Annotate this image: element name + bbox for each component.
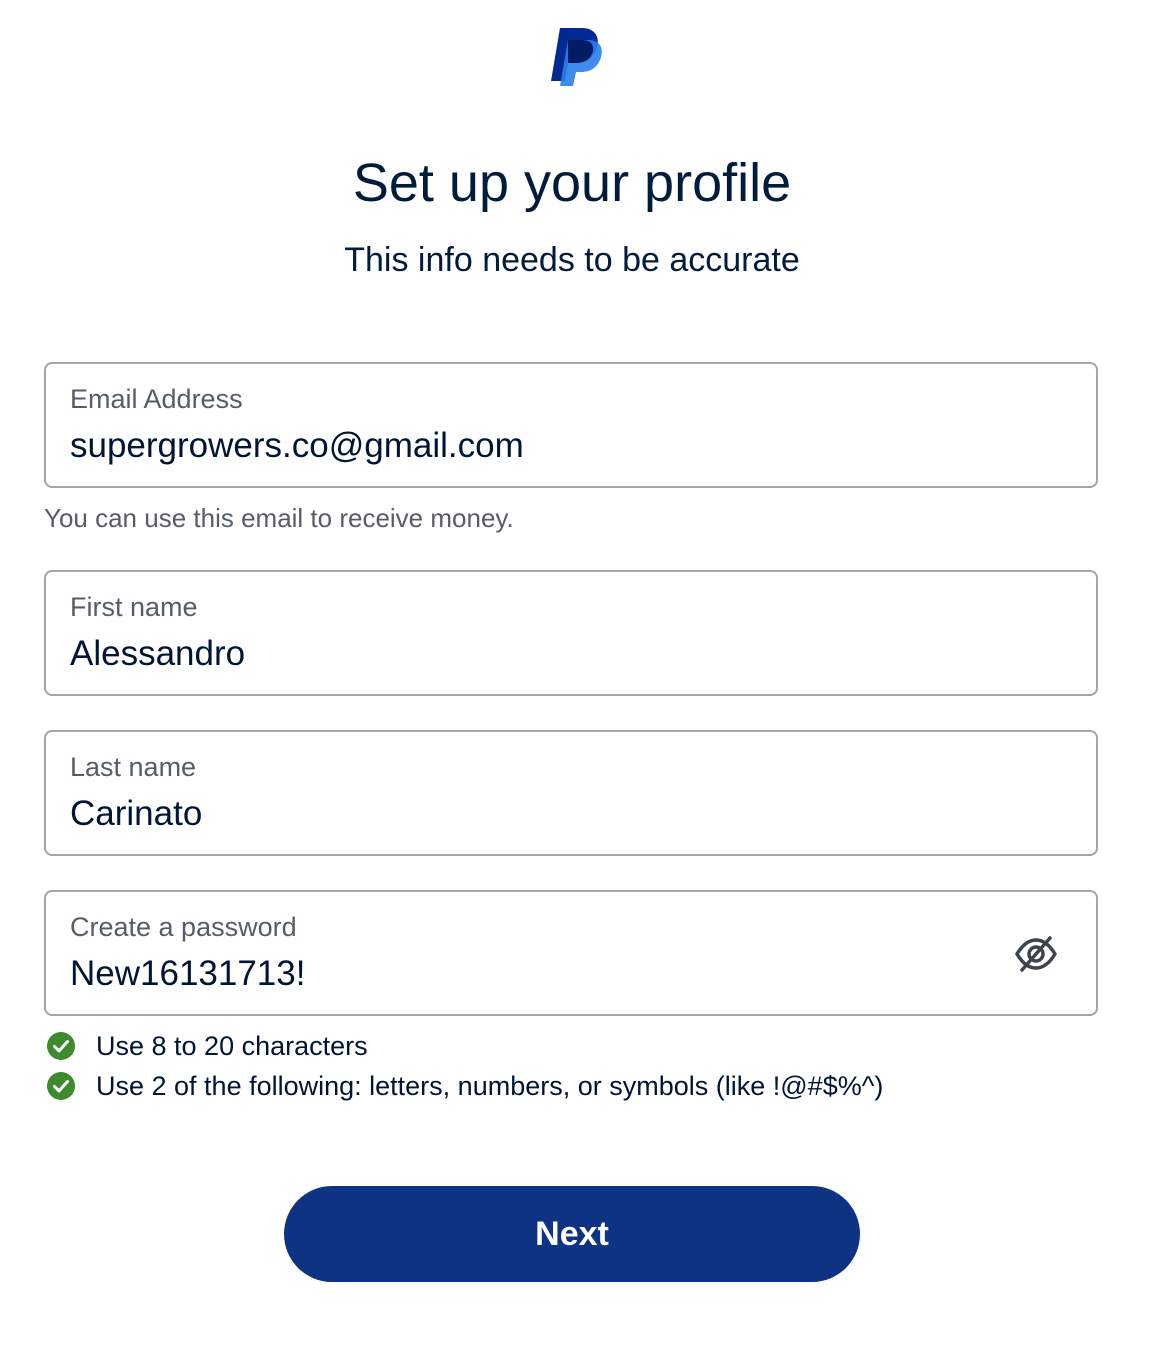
email-field-label: Email Address xyxy=(70,384,243,414)
password-rule-text: Use 8 to 20 characters xyxy=(96,1031,368,1061)
password-rule-composition: Use 2 of the following: letters, numbers… xyxy=(46,1069,883,1103)
password-label: Create a password xyxy=(70,912,297,942)
email-helper-text: You can use this email to receive money. xyxy=(44,503,514,533)
check-circle-icon xyxy=(47,1032,75,1060)
password-rule-text: Use 2 of the following: letters, numbers… xyxy=(96,1071,884,1101)
first-name-field[interactable]: First name xyxy=(44,570,1098,696)
password-field[interactable]: Create a password xyxy=(44,890,1098,1016)
page-subtitle: This info needs to be accurate xyxy=(344,241,800,279)
last-name-input[interactable] xyxy=(70,792,970,836)
first-name-label: First name xyxy=(70,592,198,622)
last-name-field[interactable]: Last name xyxy=(44,730,1098,856)
page-title: Set up your profile xyxy=(352,153,792,213)
next-button[interactable]: Next xyxy=(284,1186,860,1282)
paypal-logo-icon xyxy=(546,26,604,88)
email-field[interactable]: Email Address xyxy=(44,362,1098,488)
email-input[interactable] xyxy=(70,424,970,468)
first-name-input[interactable] xyxy=(70,632,970,676)
last-name-label: Last name xyxy=(70,752,197,782)
eye-slash-icon[interactable] xyxy=(1014,934,1058,974)
check-circle-icon xyxy=(47,1072,75,1100)
password-input[interactable] xyxy=(70,952,930,996)
password-rule-length: Use 8 to 20 characters xyxy=(46,1029,368,1063)
